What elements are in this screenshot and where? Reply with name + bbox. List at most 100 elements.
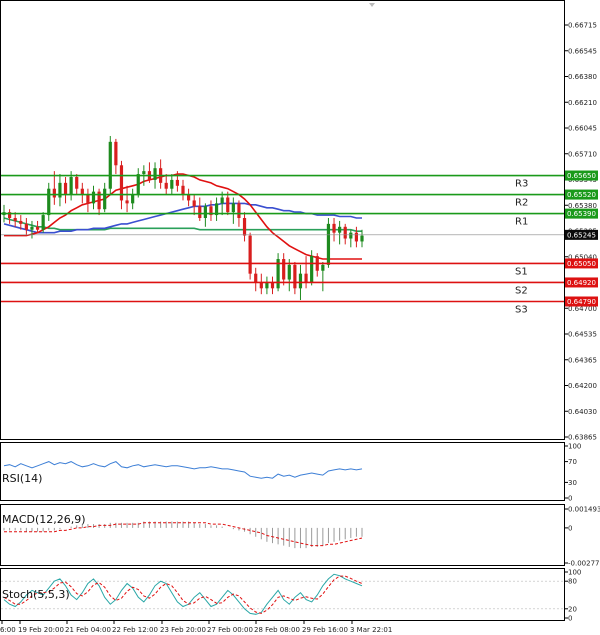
macd-tick-label: 0 — [568, 524, 572, 532]
candle-body — [125, 200, 129, 204]
candle-body — [265, 282, 269, 289]
price-tick-label: 0.66045 — [568, 125, 597, 133]
candle-body — [354, 232, 359, 242]
candle-body — [181, 185, 185, 195]
candle-body — [13, 218, 17, 221]
x-tick-label: 21 Feb 04:00 — [65, 626, 111, 634]
candle-body — [30, 226, 34, 230]
candle-body — [131, 194, 135, 204]
candle-body — [310, 256, 314, 283]
rsi-panel — [0, 442, 565, 501]
candle-body — [259, 282, 263, 289]
x-tick-label: 22 Feb 12:00 — [112, 626, 158, 634]
candle-body — [108, 141, 112, 189]
candle-body — [69, 176, 73, 195]
candle-body — [231, 203, 235, 213]
price-tick-label: 0.66380 — [568, 73, 597, 81]
level-price-text: 0.64920 — [567, 279, 596, 287]
price-tick-label: 0.63865 — [568, 434, 597, 442]
candle-body — [175, 179, 180, 186]
candle-body — [287, 264, 291, 280]
candle-body — [63, 182, 68, 195]
level-price-text: 0.65390 — [567, 210, 596, 218]
candle-body — [192, 200, 196, 207]
candle-body — [153, 168, 157, 180]
rsi-tick-label: 30 — [568, 479, 577, 487]
candle-body — [19, 220, 23, 224]
candle-body — [91, 191, 96, 204]
x-tick-label: 23 Feb 20:00 — [160, 626, 206, 634]
price-tick-label: 0.64365 — [568, 356, 597, 364]
x-tick-label: 27 Feb 00:00 — [207, 626, 253, 634]
candle-body — [321, 264, 325, 271]
price-tick-label: 0.66545 — [568, 47, 597, 55]
stoch-title: Stoch(5,5,3) — [2, 588, 70, 601]
candle-body — [237, 203, 241, 219]
candle-body — [304, 273, 308, 283]
level-price-text: 0.65650 — [567, 172, 596, 180]
price-tick-label: 0.64030 — [568, 408, 597, 416]
price-tick-label: 0.65710 — [568, 150, 597, 158]
price-tick-label: 0.64535 — [568, 331, 597, 339]
current-price-text: 0.65245 — [567, 231, 596, 239]
level-price-text: 0.65520 — [567, 191, 596, 199]
candle-body — [298, 273, 303, 289]
candle-body — [332, 223, 336, 233]
level-label-s3: S3 — [515, 305, 528, 316]
price-tick-label: 0.64200 — [568, 382, 597, 390]
candle-body — [203, 206, 207, 219]
chart-canvas: R3 R2 R1 S1 S2 S3 0.66715 0.66545 0.66380 0.6621… — [0, 0, 600, 634]
candle-body — [47, 188, 51, 216]
level-label-s2: S2 — [515, 285, 528, 296]
x-tick-label: 29 Feb 16:00 — [302, 626, 348, 634]
candle-body — [360, 235, 364, 242]
level-price-text: 0.64790 — [567, 298, 596, 306]
candle-body — [293, 264, 297, 289]
candle-body — [349, 232, 353, 239]
stoch-tick-label: 20 — [568, 605, 577, 613]
candle-body — [270, 282, 275, 289]
rsi-tick-label: 70 — [568, 458, 577, 466]
price-tick-label: 0.65380 — [568, 202, 597, 210]
candle-body — [103, 188, 107, 210]
stoch-tick-label: 0 — [568, 615, 572, 623]
macd-tick-label: -0.002775 — [568, 560, 600, 568]
candle-body — [170, 179, 174, 189]
x-tick-label: 3 Mar 22:01 — [350, 626, 392, 634]
level-label-r1: R1 — [515, 217, 528, 228]
candle-body — [220, 197, 224, 204]
candle-body — [326, 223, 331, 265]
price-tick-label: 0.66210 — [568, 99, 597, 107]
candle-body — [226, 197, 230, 213]
candle-body — [41, 215, 45, 230]
candle-body — [86, 194, 90, 204]
candle-body — [242, 218, 247, 236]
stoch-tick-label: 100 — [568, 569, 581, 577]
level-label-s1: S1 — [515, 266, 528, 277]
chart-window: R3 R2 R1 S1 S2 S3 0.66715 0.66545 0.66380 0.6621… — [0, 0, 600, 635]
x-tick-label: 6:00 — [0, 626, 16, 634]
macd-title: MACD(12,26,9) — [2, 513, 86, 526]
candle-body — [198, 206, 202, 219]
candle-body — [142, 171, 146, 175]
level-label-r3: R3 — [515, 179, 528, 190]
candle-body — [136, 174, 140, 195]
rsi-tick-label: 100 — [568, 443, 581, 451]
price-panel — [0, 0, 565, 440]
candle-body — [80, 188, 84, 195]
candle-body — [343, 226, 347, 239]
candle-body — [338, 226, 342, 233]
candle-body — [114, 141, 118, 166]
candle-body — [248, 235, 252, 274]
candle-body — [164, 182, 168, 189]
macd-tick-label: 0.001493 — [568, 506, 600, 514]
candle-body — [282, 259, 286, 280]
level-label-r2: R2 — [515, 198, 528, 209]
candle-body — [254, 273, 258, 283]
candle-body — [52, 188, 56, 198]
candle-body — [186, 194, 191, 201]
level-price-text: 0.65050 — [567, 260, 596, 268]
price-tick-label: 0.66715 — [568, 22, 597, 30]
rsi-tick-label: 0 — [568, 495, 572, 503]
candle-body — [75, 176, 79, 189]
